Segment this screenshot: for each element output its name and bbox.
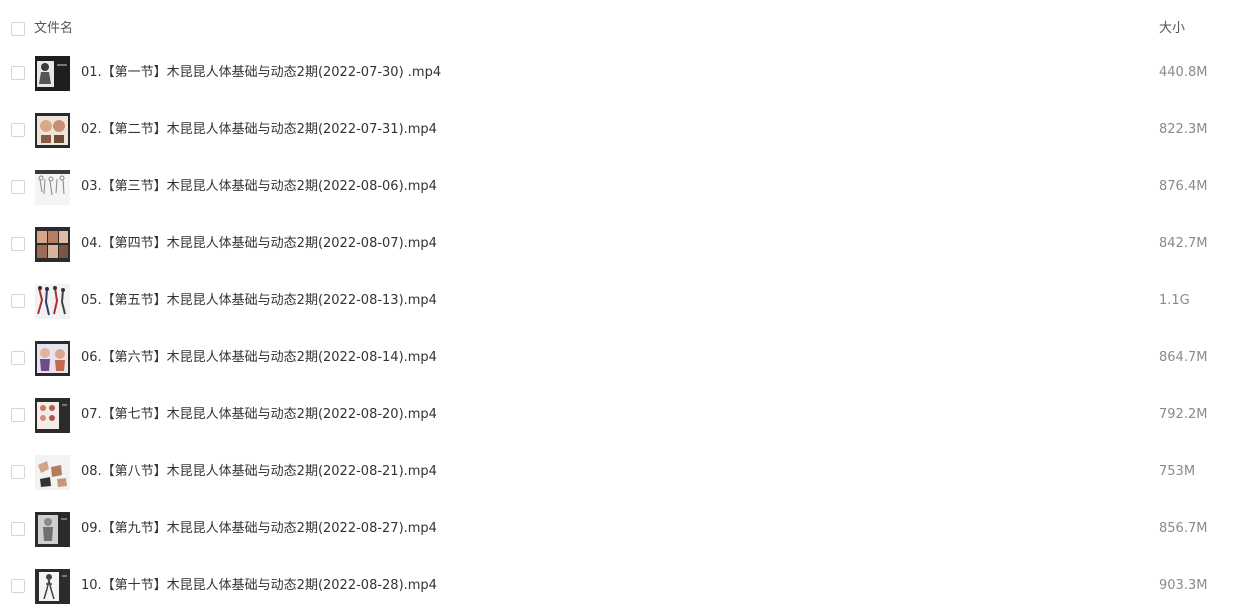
video-thumbnail (35, 398, 70, 433)
video-thumbnail (35, 284, 70, 319)
file-size: 1.1G (1159, 293, 1190, 308)
video-thumbnail (35, 56, 70, 91)
video-thumbnail (35, 455, 70, 490)
video-thumbnail (35, 170, 70, 205)
row-checkbox[interactable] (11, 180, 25, 194)
video-thumbnail (35, 569, 70, 604)
row-checkbox[interactable] (11, 237, 25, 251)
file-size: 753M (1159, 464, 1196, 479)
column-header-size[interactable]: 大小 (1159, 19, 1185, 39)
file-row[interactable]: 01.【第一节】木昆昆人体基础与动态2期(2022-07-30) .mp4 44… (0, 45, 1256, 102)
column-header-name[interactable]: 文件名 (34, 19, 73, 39)
video-thumbnail (35, 227, 70, 262)
file-row[interactable]: 04.【第四节】木昆昆人体基础与动态2期(2022-08-07).mp4 842… (0, 216, 1256, 273)
file-row[interactable]: 07.【第七节】木昆昆人体基础与动态2期(2022-08-20).mp4 792… (0, 387, 1256, 444)
file-size: 856.7M (1159, 521, 1208, 536)
file-size: 864.7M (1159, 350, 1208, 365)
video-thumbnail (35, 113, 70, 148)
file-name[interactable]: 06.【第六节】木昆昆人体基础与动态2期(2022-08-14).mp4 (81, 348, 437, 368)
file-name[interactable]: 03.【第三节】木昆昆人体基础与动态2期(2022-08-06).mp4 (81, 177, 437, 197)
file-size: 822.3M (1159, 122, 1208, 137)
video-thumbnail (35, 512, 70, 547)
file-name[interactable]: 07.【第七节】木昆昆人体基础与动态2期(2022-08-20).mp4 (81, 405, 437, 425)
file-name[interactable]: 08.【第八节】木昆昆人体基础与动态2期(2022-08-21).mp4 (81, 462, 437, 482)
file-row[interactable]: 06.【第六节】木昆昆人体基础与动态2期(2022-08-14).mp4 864… (0, 330, 1256, 387)
file-size: 792.2M (1159, 407, 1208, 422)
row-checkbox[interactable] (11, 351, 25, 365)
row-checkbox[interactable] (11, 66, 25, 80)
video-thumbnail (35, 341, 70, 376)
row-checkbox[interactable] (11, 408, 25, 422)
row-checkbox[interactable] (11, 294, 25, 308)
file-size: 903.3M (1159, 578, 1208, 593)
file-size: 876.4M (1159, 179, 1208, 194)
file-row[interactable]: 10.【第十节】木昆昆人体基础与动态2期(2022-08-28).mp4 903… (0, 558, 1256, 615)
file-size: 440.8M (1159, 65, 1208, 80)
row-checkbox[interactable] (11, 123, 25, 137)
row-checkbox[interactable] (11, 579, 25, 593)
file-row[interactable]: 03.【第三节】木昆昆人体基础与动态2期(2022-08-06).mp4 876… (0, 159, 1256, 216)
file-row[interactable]: 08.【第八节】木昆昆人体基础与动态2期(2022-08-21).mp4 753… (0, 444, 1256, 501)
file-name[interactable]: 10.【第十节】木昆昆人体基础与动态2期(2022-08-28).mp4 (81, 576, 437, 596)
file-size: 842.7M (1159, 236, 1208, 251)
file-name[interactable]: 01.【第一节】木昆昆人体基础与动态2期(2022-07-30) .mp4 (81, 63, 441, 83)
file-name[interactable]: 02.【第二节】木昆昆人体基础与动态2期(2022-07-31).mp4 (81, 120, 437, 140)
file-name[interactable]: 09.【第九节】木昆昆人体基础与动态2期(2022-08-27).mp4 (81, 519, 437, 539)
file-name[interactable]: 05.【第五节】木昆昆人体基础与动态2期(2022-08-13).mp4 (81, 291, 437, 311)
file-row[interactable]: 05.【第五节】木昆昆人体基础与动态2期(2022-08-13).mp4 1.1… (0, 273, 1256, 330)
file-name[interactable]: 04.【第四节】木昆昆人体基础与动态2期(2022-08-07).mp4 (81, 234, 437, 254)
select-all-checkbox[interactable] (11, 22, 25, 36)
file-row[interactable]: 09.【第九节】木昆昆人体基础与动态2期(2022-08-27).mp4 856… (0, 501, 1256, 558)
file-list: 文件名 大小 01.【第一节】木昆昆人体基础与动态2期(2022-07-30) … (0, 0, 1256, 615)
file-row[interactable]: 02.【第二节】木昆昆人体基础与动态2期(2022-07-31).mp4 822… (0, 102, 1256, 159)
row-checkbox[interactable] (11, 522, 25, 536)
row-checkbox[interactable] (11, 465, 25, 479)
list-header: 文件名 大小 (0, 9, 1256, 49)
